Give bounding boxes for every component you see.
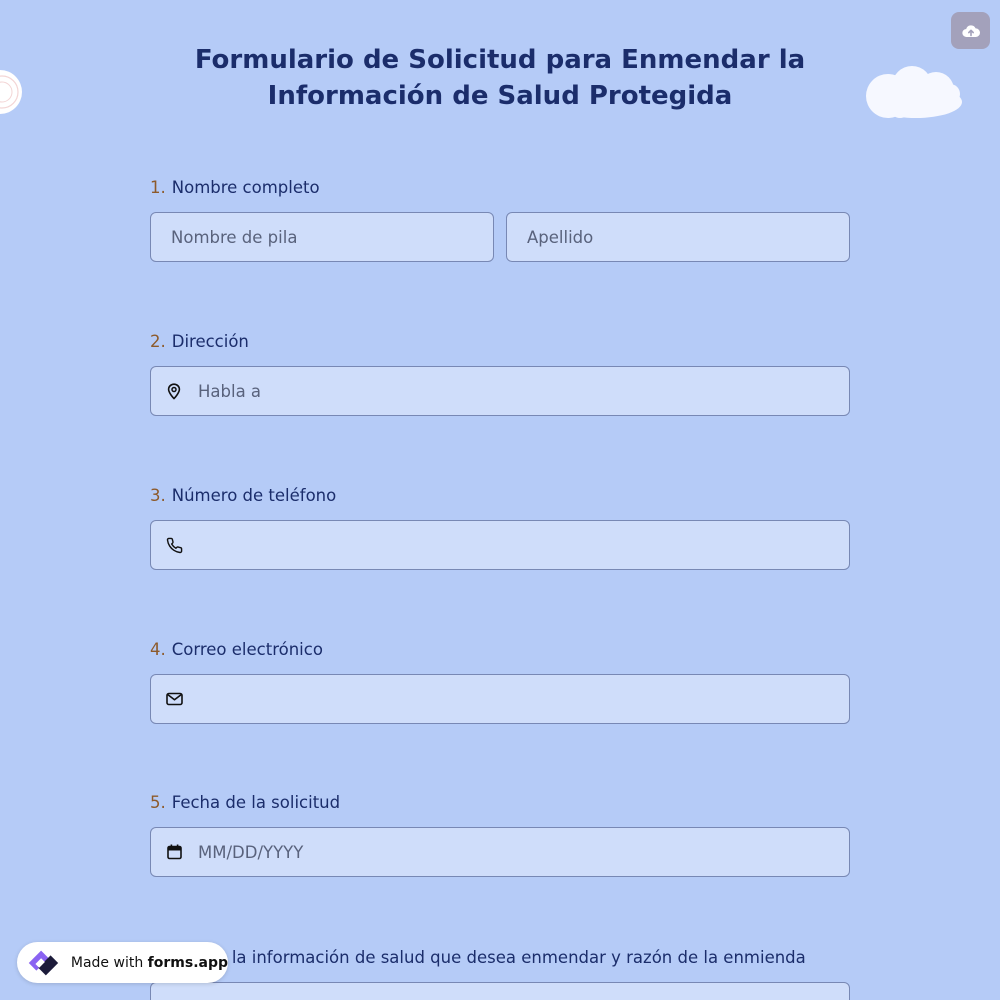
location-pin-icon: [165, 382, 183, 400]
question-text: Número de teléfono: [171, 486, 337, 505]
question-address: 2. Dirección: [150, 332, 850, 416]
calendar-icon: [165, 843, 183, 861]
question-label: 1. Nombre completo: [150, 178, 850, 198]
cloud-upload-icon: [961, 24, 980, 37]
question-label: …ción de la información de salud que des…: [150, 948, 850, 968]
question-number: 2.: [150, 332, 166, 351]
question-text: Nombre completo: [171, 178, 320, 197]
badge-text: Made with forms.app: [70, 954, 228, 971]
question-description: …ción de la información de salud que des…: [150, 948, 850, 1000]
last-name-field[interactable]: [506, 212, 850, 262]
question-label: 3. Número de teléfono: [150, 486, 850, 506]
envelope-icon: [165, 690, 183, 708]
phone-icon: [165, 536, 183, 554]
first-name-input[interactable]: [151, 213, 493, 261]
phone-field[interactable]: [150, 520, 850, 570]
address-input[interactable]: [151, 367, 849, 415]
question-request-date: 5. Fecha de la solicitud: [150, 793, 850, 877]
request-date-input[interactable]: [151, 828, 849, 876]
cloud-decoration-right: [866, 66, 962, 118]
question-number: 4.: [150, 640, 166, 659]
last-name-input[interactable]: [507, 213, 849, 261]
forms-app-logo-icon: [28, 950, 59, 975]
question-text: …ción de la información de salud que des…: [150, 948, 806, 967]
address-field[interactable]: [150, 366, 850, 416]
question-phone: 3. Número de teléfono: [150, 486, 850, 570]
description-field[interactable]: [150, 982, 850, 1000]
question-text: Fecha de la solicitud: [171, 793, 341, 812]
question-email: 4. Correo electrónico: [150, 640, 850, 724]
upload-button[interactable]: [951, 12, 990, 49]
cloud-decoration-left: [0, 70, 22, 114]
question-label: 4. Correo electrónico: [150, 640, 850, 660]
phone-input[interactable]: [151, 521, 849, 569]
email-field[interactable]: [150, 674, 850, 724]
question-number: 3.: [150, 486, 166, 505]
made-with-forms-app-badge[interactable]: Made with forms.app: [17, 942, 228, 983]
question-number: 5.: [150, 793, 166, 812]
first-name-field[interactable]: [150, 212, 494, 262]
question-full-name: 1. Nombre completo: [150, 178, 850, 262]
question-text: Dirección: [171, 332, 249, 351]
form-title: Formulario de Solicitud para Enmendar la…: [194, 45, 806, 111]
question-label: 5. Fecha de la solicitud: [150, 793, 850, 813]
email-input[interactable]: [151, 675, 849, 723]
question-number: 1.: [150, 178, 166, 197]
request-date-field[interactable]: [150, 827, 850, 877]
question-label: 2. Dirección: [150, 332, 850, 352]
question-text: Correo electrónico: [171, 640, 323, 659]
